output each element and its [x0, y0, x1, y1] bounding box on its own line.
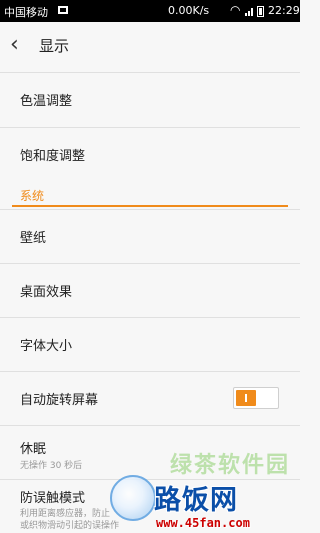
font-size-item[interactable]: 字体大小 [0, 317, 300, 371]
list-item-label: 休眠 [20, 442, 47, 457]
status-bar: 中国移动 0.00K/s ◠ 22:29 [0, 0, 300, 22]
list-item-label: 桌面效果 [20, 285, 73, 300]
list-item-label: 色温调整 [20, 94, 73, 109]
section-label: 系统 [20, 189, 45, 203]
battery-icon [257, 6, 264, 17]
list-item-sublabel: 无操作 30 秒后 [20, 461, 83, 471]
list-item-label: 字体大小 [20, 339, 73, 354]
wifi-icon: ◠ [230, 3, 241, 17]
network-speed: 0.00K/s [168, 4, 210, 17]
watermark-faint-text: 绿茶软件园 [170, 453, 291, 478]
watermark-main-text: 路饭网 [154, 485, 238, 516]
list-item-label: 自动旋转屏幕 [20, 393, 99, 408]
page-title: 显示 [39, 37, 70, 55]
carrier-label: 中国移动 [4, 6, 48, 19]
signal-icon [245, 6, 255, 16]
auto-rotate-toggle[interactable] [233, 387, 279, 409]
toggle-knob [236, 390, 256, 406]
watermark-logo [110, 475, 156, 521]
watermark-url: www.45fan.com [156, 516, 250, 530]
chevron-left-icon[interactable]: ‹ [10, 34, 32, 58]
section-header-system: 系统 [12, 185, 288, 207]
list-item-label: 饱和度调整 [20, 149, 86, 164]
desktop-effects-item[interactable]: 桌面效果 [0, 263, 300, 317]
list-item-label: 防误触模式 [20, 491, 86, 506]
color-temperature-item[interactable]: 色温调整 [0, 72, 300, 126]
list-item-label: 壁纸 [20, 231, 47, 246]
saturation-item[interactable]: 饱和度调整 [0, 127, 300, 181]
wallpaper-item[interactable]: 壁纸 [0, 209, 300, 263]
notification-image-icon [58, 6, 68, 14]
watermark: 绿茶软件园 路饭网 www.45fan.com [104, 445, 300, 533]
clock: 22:29 [268, 4, 300, 17]
header: ‹ 显示 [0, 22, 300, 70]
